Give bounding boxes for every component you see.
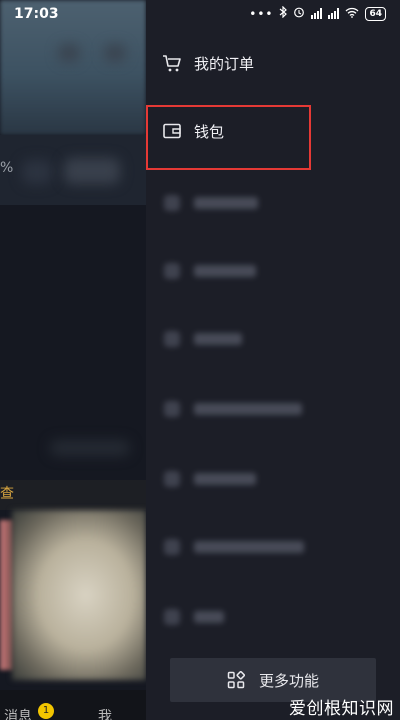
- obscured-label: [194, 333, 242, 345]
- status-bar: 17:03 ••• 64: [0, 0, 400, 30]
- signal-hd-icon: [311, 8, 323, 19]
- background-strip: [0, 480, 146, 510]
- menu-item-obscured[interactable]: [146, 249, 400, 293]
- background-link-text: 查: [0, 486, 14, 502]
- obscured-icon: [164, 609, 180, 625]
- tab-me: 我: [98, 709, 112, 720]
- background-icon: [58, 44, 80, 62]
- obscured-icon: [164, 263, 180, 279]
- background-block: [64, 158, 120, 184]
- menu-item-obscured[interactable]: [146, 181, 400, 225]
- obscured-label: [194, 473, 256, 485]
- alarm-icon: [293, 6, 305, 21]
- obscured-icon: [164, 195, 180, 211]
- obscured-label: [194, 197, 258, 209]
- grid-icon: [227, 671, 245, 689]
- obscured-label: [194, 611, 224, 623]
- tab-messages: 消息: [4, 709, 32, 720]
- menu-item-obscured[interactable]: [146, 525, 400, 569]
- obscured-label: [194, 403, 302, 415]
- menu-item-obscured[interactable]: [146, 595, 400, 639]
- obscured-icon: [164, 401, 180, 417]
- obscured-icon: [164, 331, 180, 347]
- background-block: [22, 160, 52, 184]
- menu-item-label: 我的订单: [194, 54, 255, 73]
- status-time: 17:03: [14, 6, 59, 22]
- more-features-label: 更多功能: [258, 671, 319, 690]
- bluetooth-icon: [279, 5, 288, 21]
- status-icons: ••• 64: [249, 5, 386, 21]
- signal-icon: [328, 8, 340, 19]
- wallet-highlight-box: [146, 105, 311, 170]
- menu-item-obscured[interactable]: [146, 317, 400, 361]
- background-icon: [104, 44, 126, 62]
- menu-item-obscured[interactable]: [146, 387, 400, 431]
- dots-icon: •••: [249, 6, 274, 21]
- message-badge: 1: [38, 703, 54, 719]
- menu-item-obscured[interactable]: [146, 457, 400, 501]
- background-content: % 查 消息 1 我: [0, 0, 146, 720]
- obscured-label: [194, 265, 256, 277]
- menu-item-my-orders[interactable]: 我的订单: [146, 41, 400, 85]
- battery-icon: 64: [365, 6, 386, 21]
- watermark-text: 爱创根知识网: [289, 699, 394, 719]
- cart-icon: [162, 53, 182, 73]
- background-image: [12, 510, 146, 680]
- obscured-icon: [164, 471, 180, 487]
- background-percent: %: [0, 160, 14, 176]
- obscured-label: [194, 541, 304, 553]
- background-block: [50, 440, 130, 456]
- obscured-icon: [164, 539, 180, 555]
- wifi-icon: [345, 7, 359, 21]
